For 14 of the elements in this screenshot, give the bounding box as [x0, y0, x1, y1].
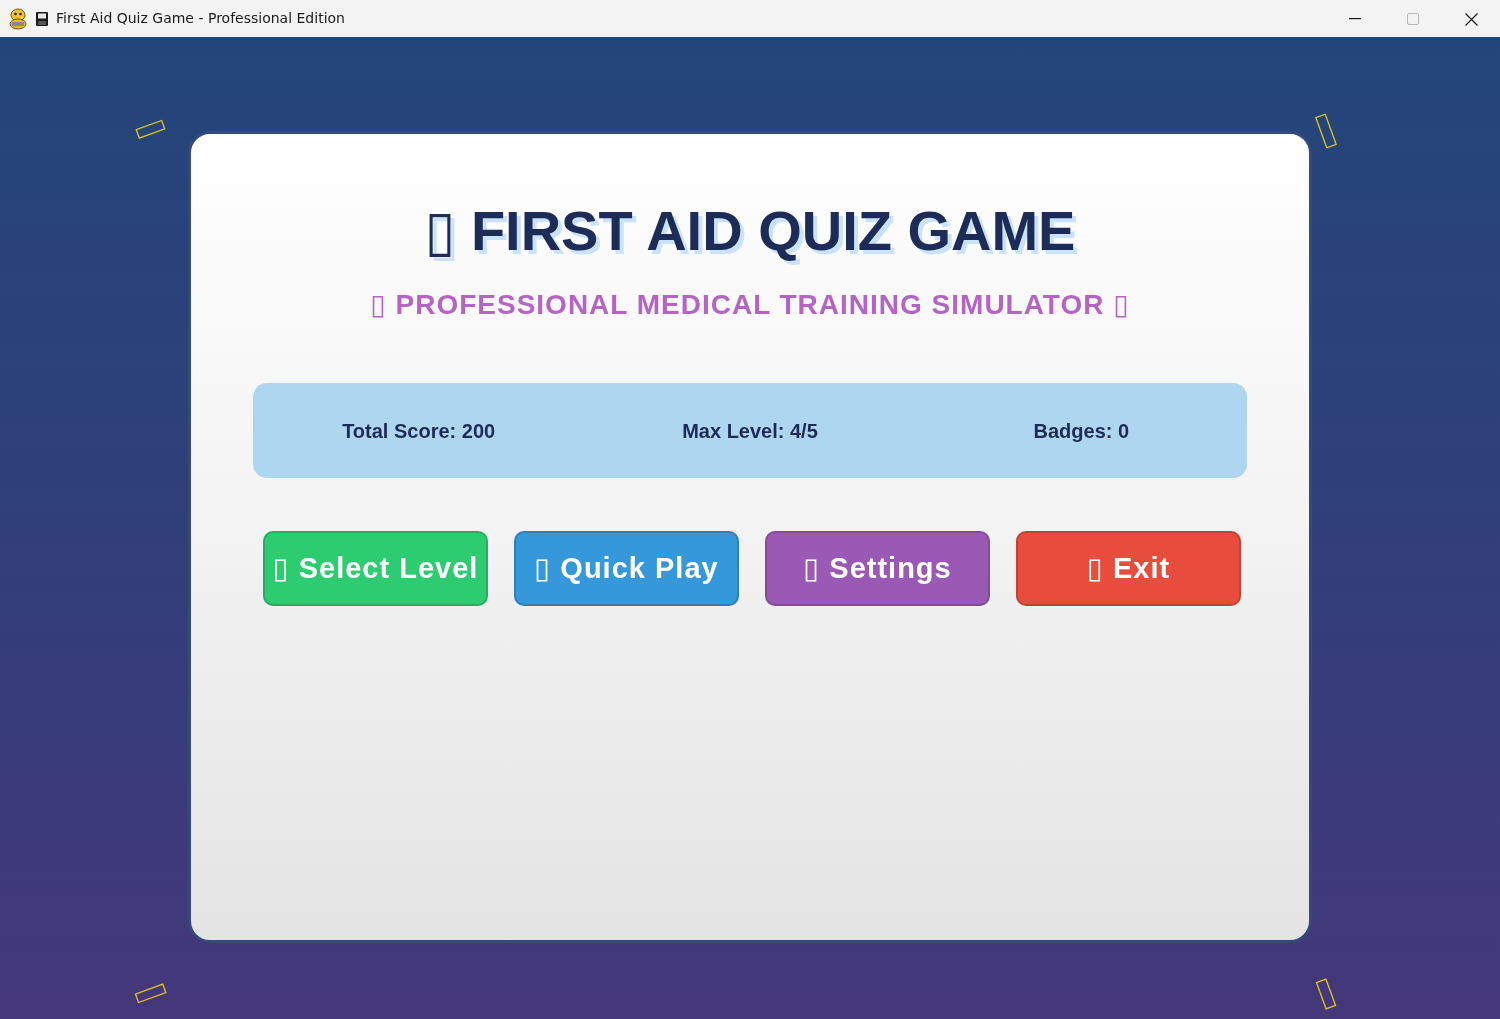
app-icon — [8, 7, 28, 30]
stat-text: Max Level: 4/5 — [682, 419, 818, 442]
minimize-icon — [1349, 18, 1361, 21]
stat-text: Badges: 0 — [1033, 419, 1130, 442]
menu-button[interactable]: ▯ Quick Play — [514, 531, 739, 607]
menu-button[interactable]: ▯ Settings — [765, 531, 990, 607]
game-title: ▯ FIRST AID QUIZ GAME — [424, 199, 1076, 262]
menu-button[interactable]: ▯ Select Level — [263, 531, 488, 607]
close-icon — [1464, 12, 1478, 26]
menu-button[interactable]: ▯ Exit — [1016, 531, 1241, 607]
window-title: First Aid Quiz Game - Professional Edition — [56, 9, 345, 28]
game-subtitle: ▯ PROFESSIONAL MEDICAL TRAINING SIMULATOR ▯ — [370, 288, 1130, 320]
maximize-icon — [1407, 13, 1419, 26]
stat-text: Total Score: 200 — [342, 419, 496, 442]
